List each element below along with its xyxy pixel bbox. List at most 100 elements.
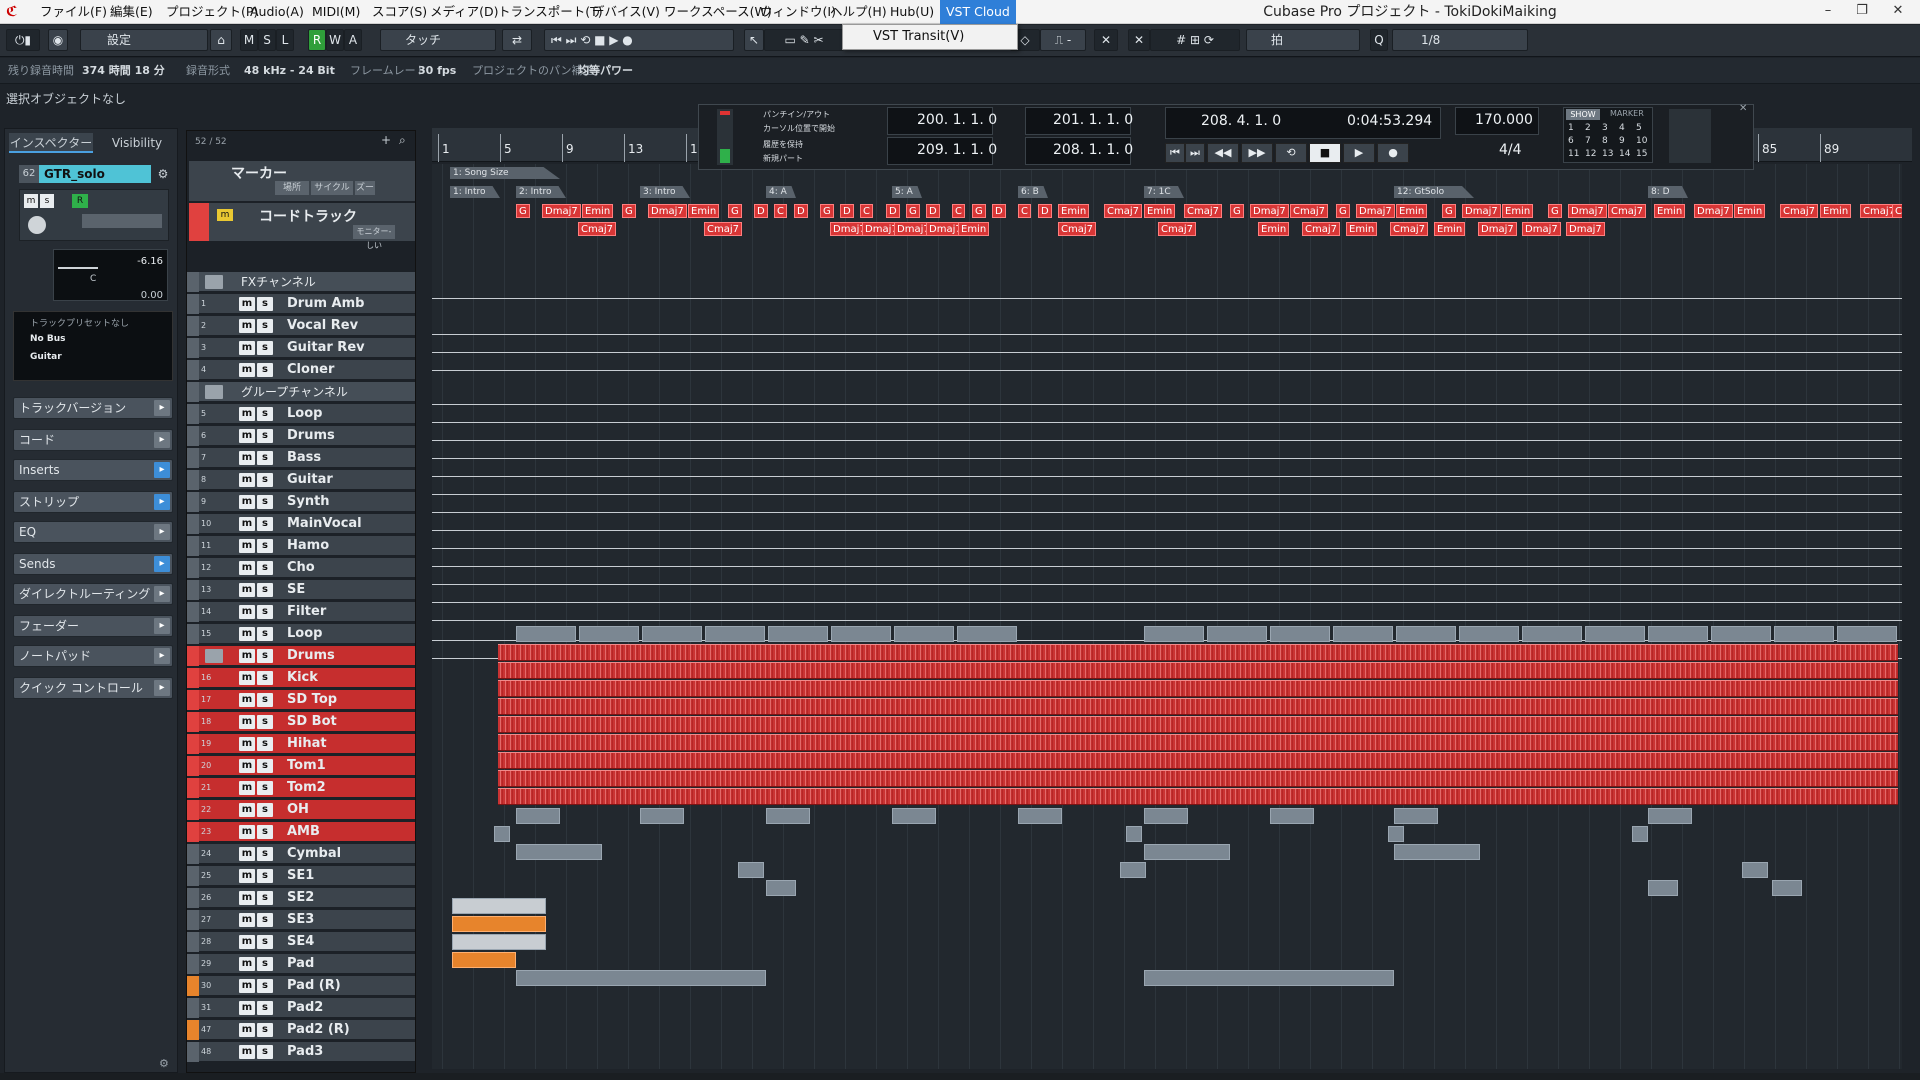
track-solo-button[interactable]: s bbox=[257, 627, 273, 641]
track-color-strip[interactable] bbox=[187, 844, 199, 864]
track-row[interactable]: 13 m s SE bbox=[187, 580, 415, 600]
chord-event[interactable]: Dmaj7 bbox=[542, 204, 581, 218]
track-solo-button[interactable]: s bbox=[257, 517, 273, 531]
chord-event[interactable]: C bbox=[952, 204, 965, 218]
cursor-start-label[interactable]: カーソル位置で開始 bbox=[763, 123, 835, 134]
format-value[interactable]: 48 kHz - 24 Bit bbox=[244, 58, 335, 84]
inspector-section-3[interactable]: ストリップ ▸ bbox=[13, 491, 173, 513]
track-color-strip[interactable] bbox=[187, 800, 199, 820]
pan-value[interactable]: 均等パワー bbox=[578, 58, 633, 84]
track-row[interactable]: 6 m s Drums bbox=[187, 426, 415, 446]
show-marker-button[interactable]: SHOW bbox=[1566, 109, 1600, 120]
track-row[interactable]: 29 m s Pad bbox=[187, 954, 415, 974]
track-color-strip[interactable] bbox=[187, 426, 199, 446]
track-row[interactable]: 20 m s Tom1 bbox=[187, 756, 415, 776]
marker-number-button[interactable]: 3 bbox=[1602, 123, 1608, 133]
audio-part[interactable] bbox=[1396, 626, 1456, 642]
marker-number-button[interactable]: 10 bbox=[1636, 136, 1647, 146]
chord-event[interactable]: G bbox=[820, 204, 834, 218]
track-row[interactable]: 10 m s MainVocal bbox=[187, 514, 415, 534]
track-color-strip[interactable] bbox=[187, 1042, 199, 1062]
track-solo-button[interactable]: s bbox=[257, 693, 273, 707]
chord-event[interactable]: D bbox=[840, 204, 854, 218]
track-mute-button[interactable]: m bbox=[239, 363, 255, 377]
track-mute-button[interactable]: m bbox=[239, 979, 255, 993]
track-solo-button[interactable]: s bbox=[257, 297, 273, 311]
track-color-strip[interactable] bbox=[187, 998, 199, 1018]
track-row[interactable]: 23 m s AMB bbox=[187, 822, 415, 842]
track-row[interactable]: グループチャンネル bbox=[187, 382, 415, 402]
audio-part[interactable] bbox=[1207, 626, 1267, 642]
menu-3[interactable]: Audio(A) bbox=[244, 0, 310, 24]
grid-type-select[interactable]: 拍 bbox=[1246, 29, 1360, 51]
transport-close-icon[interactable]: ✕ bbox=[1739, 103, 1747, 114]
chord-event[interactable]: Emin bbox=[1502, 204, 1534, 218]
chord-event[interactable]: Cmaj7 bbox=[578, 222, 616, 236]
pad3-part[interactable] bbox=[516, 970, 766, 986]
track-color-strip[interactable] bbox=[187, 294, 199, 314]
chord-event[interactable]: Dmaj7 bbox=[1694, 204, 1733, 218]
quantize-icon[interactable]: Q bbox=[1370, 29, 1388, 51]
track-solo-button[interactable]: s bbox=[257, 781, 273, 795]
track-row[interactable]: 7 m s Bass bbox=[187, 448, 415, 468]
track-mute-button[interactable]: m bbox=[239, 1023, 255, 1037]
marker-event[interactable]: 3: Intro bbox=[640, 186, 690, 198]
section-toggle-icon[interactable]: ▸ bbox=[154, 494, 170, 510]
mute-button[interactable]: m bbox=[24, 194, 38, 208]
listen-mode-button[interactable]: L bbox=[276, 29, 294, 51]
track-row[interactable]: 15 m s Loop bbox=[187, 624, 415, 644]
section-toggle-icon[interactable]: ▸ bbox=[154, 586, 170, 602]
volume-display[interactable]: -6.16 C 0.00 bbox=[53, 249, 168, 301]
cymbal-part[interactable] bbox=[766, 808, 810, 824]
track-mute-button[interactable]: m bbox=[239, 737, 255, 751]
marker-event[interactable]: 7: 1C bbox=[1144, 186, 1184, 198]
audio-part[interactable] bbox=[516, 626, 576, 642]
automation-panel-button[interactable]: A bbox=[344, 29, 362, 51]
track-mute-button[interactable]: m bbox=[239, 1045, 255, 1059]
inspector-section-5[interactable]: Sends ▸ bbox=[13, 553, 173, 575]
chord-event[interactable]: G bbox=[1336, 204, 1350, 218]
track-color-strip[interactable] bbox=[187, 932, 199, 952]
track-solo-button[interactable]: s bbox=[257, 957, 273, 971]
section-toggle-icon[interactable]: ▸ bbox=[154, 556, 170, 572]
chord-event[interactable]: Emin bbox=[1654, 204, 1686, 218]
chord-event[interactable]: Dmaj7 bbox=[1522, 222, 1561, 236]
track-color-strip[interactable] bbox=[187, 624, 199, 644]
chord-event[interactable]: C bbox=[1018, 204, 1031, 218]
tab-inspector[interactable]: インスペクター bbox=[9, 133, 93, 153]
marker-number-button[interactable]: 2 bbox=[1585, 123, 1591, 133]
se-part[interactable] bbox=[1120, 862, 1146, 878]
track-mute-button[interactable]: m bbox=[239, 341, 255, 355]
pad3-part[interactable] bbox=[1144, 970, 1394, 986]
track-solo-button[interactable]: s bbox=[257, 319, 273, 333]
audio-part[interactable] bbox=[831, 626, 891, 642]
menu-12[interactable]: Hub(U) bbox=[884, 0, 940, 24]
cymbal-part[interactable] bbox=[1648, 808, 1692, 824]
track-mute-button[interactable]: m bbox=[239, 429, 255, 443]
track-row[interactable]: 31 m s Pad2 bbox=[187, 998, 415, 1018]
track-solo-button[interactable]: s bbox=[257, 913, 273, 927]
track-color-strip[interactable] bbox=[187, 866, 199, 886]
section-toggle-icon[interactable]: ▸ bbox=[154, 400, 170, 416]
chord-event[interactable]: G bbox=[622, 204, 636, 218]
chord-event[interactable]: Emin bbox=[688, 204, 720, 218]
marker-number-button[interactable]: 12 bbox=[1585, 149, 1596, 159]
folder-icon[interactable] bbox=[205, 275, 223, 289]
track-mute-button[interactable]: m bbox=[239, 539, 255, 553]
activate-project-button[interactable]: ⏻▮ bbox=[6, 29, 40, 51]
track-mute-button[interactable]: m bbox=[239, 715, 255, 729]
se-part[interactable] bbox=[1742, 862, 1768, 878]
cymbal-part[interactable] bbox=[1144, 808, 1188, 824]
snap-zero-icon[interactable]: ✕ bbox=[1094, 29, 1118, 51]
nudge-icon[interactable]: ⇄ bbox=[502, 29, 532, 51]
track-solo-button[interactable]: s bbox=[257, 759, 273, 773]
marker-locate-button[interactable]: 場所 bbox=[275, 181, 309, 195]
track-solo-button[interactable]: s bbox=[257, 869, 273, 883]
rewind-button[interactable]: ◀◀ bbox=[1207, 143, 1239, 163]
track-row[interactable]: 30 m s Pad (R) bbox=[187, 976, 415, 996]
track-row[interactable]: 19 m s Hihat bbox=[187, 734, 415, 754]
track-color-strip[interactable] bbox=[187, 514, 199, 534]
audio-part[interactable] bbox=[957, 626, 1017, 642]
keep-history-label[interactable]: 履歴を保持 bbox=[763, 139, 803, 150]
track-color-strip[interactable] bbox=[187, 690, 199, 710]
